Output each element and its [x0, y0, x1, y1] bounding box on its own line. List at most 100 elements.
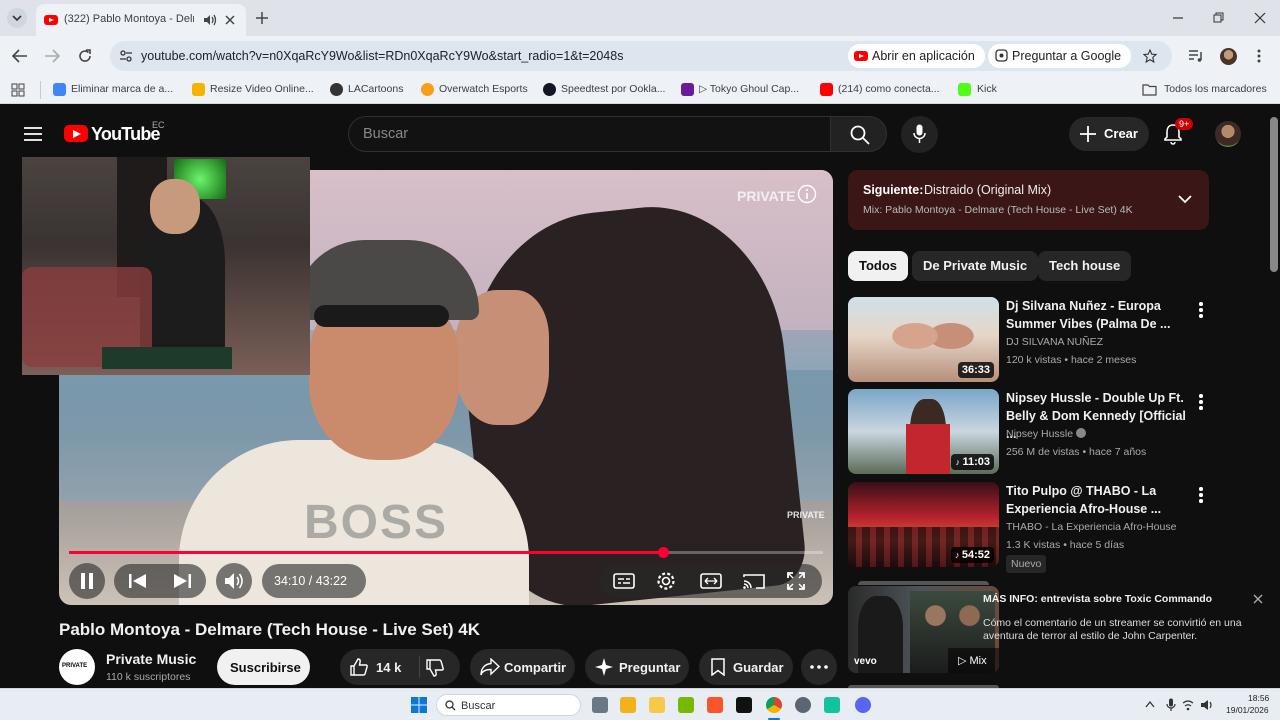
brave-icon[interactable]	[707, 697, 723, 713]
chrome-menu-icon[interactable]	[1256, 48, 1262, 64]
previous-icon[interactable]	[129, 574, 147, 588]
fullscreen-icon[interactable]	[787, 572, 805, 590]
bookmark-item[interactable]: Kick	[977, 83, 997, 95]
speaker-icon[interactable]	[1200, 699, 1214, 711]
bookmark-star-icon[interactable]	[1143, 49, 1157, 63]
taskbar-search[interactable]: Buscar	[436, 694, 581, 716]
ask-google-button[interactable]: Preguntar a Google	[988, 44, 1132, 68]
create-button[interactable]: Crear	[1069, 117, 1149, 151]
site-settings-icon[interactable]	[119, 49, 133, 63]
video-channel[interactable]: Nipsey Hussle	[1006, 428, 1087, 440]
next-icon[interactable]	[173, 574, 191, 588]
minimize-icon[interactable]	[1172, 12, 1184, 24]
bookmark-item[interactable]: Resize Video Online...	[210, 83, 314, 95]
more-actions-button[interactable]	[801, 649, 837, 685]
task-view-icon[interactable]	[592, 697, 608, 713]
back-icon[interactable]	[12, 49, 28, 63]
subtitles-icon[interactable]	[613, 573, 635, 589]
subscribe-button[interactable]: Suscribirse	[217, 649, 310, 685]
like-button[interactable]: 14 k	[340, 649, 414, 685]
nvidia-icon[interactable]	[678, 697, 694, 713]
info-icon[interactable]	[797, 184, 817, 204]
video-menu-icon[interactable]	[1199, 302, 1203, 320]
clock-date[interactable]: 19/01/2026	[1226, 705, 1269, 715]
tiktok-icon[interactable]	[736, 697, 752, 713]
windows-start-icon[interactable]	[411, 697, 427, 713]
theater-mode-icon[interactable]	[700, 573, 722, 589]
apps-grid-icon[interactable]	[11, 83, 25, 97]
profile-avatar[interactable]	[1220, 48, 1237, 65]
obs-app-icon[interactable]	[824, 697, 840, 713]
save-button[interactable]: Guardar	[699, 649, 793, 685]
file-explorer-icon[interactable]	[649, 697, 665, 713]
discord-icon[interactable]	[855, 697, 871, 713]
youtube-play-icon	[64, 125, 88, 142]
progress-bar[interactable]	[69, 547, 823, 558]
like-dislike-group: 14 k	[340, 649, 460, 685]
channel-avatar[interactable]: PRIVATE	[59, 649, 95, 685]
close-window-icon[interactable]	[1254, 12, 1266, 24]
promo-title[interactable]: MÁS INFO: entrevista sobre Toxic Command…	[983, 593, 1212, 605]
microphone-icon[interactable]	[1166, 698, 1176, 712]
youtube-logo[interactable]: YouTube EC	[64, 120, 165, 145]
settings-gear-icon[interactable]	[795, 697, 811, 713]
new-tab-icon[interactable]	[255, 11, 269, 25]
bookmark-item[interactable]: ▷ Tokyo Ghoul Cap...	[699, 83, 799, 95]
page-scrollbar[interactable]	[1270, 117, 1278, 272]
video-title-link[interactable]: Dj Silvana Nuñez - Europa Summer Vibes (…	[1006, 297, 1191, 333]
chevron-up-icon[interactable]	[1145, 700, 1155, 708]
open-in-app-button[interactable]: Abrir en aplicación	[848, 44, 985, 68]
bookmark-item[interactable]: Eliminar marca de a...	[71, 83, 173, 95]
search-input[interactable]: Buscar	[348, 116, 831, 152]
audio-playing-icon[interactable]	[203, 14, 217, 26]
video-title-link[interactable]: Tito Pulpo @ THABO - La Experiencia Afro…	[1006, 482, 1191, 518]
video-thumbnail[interactable]: ♪ 54:52	[848, 482, 999, 567]
settings-gear-icon[interactable]	[656, 571, 676, 591]
chrome-icon[interactable]	[766, 697, 782, 713]
tab-youtube[interactable]: (322) Pablo Montoya - Delm	[36, 4, 246, 36]
search-button[interactable]	[830, 116, 887, 152]
channel-name[interactable]: Private Music	[106, 651, 196, 667]
video-channel[interactable]: THABO - La Experiencia Afro-House	[1006, 521, 1176, 533]
store-icon[interactable]	[620, 697, 636, 713]
up-next-panel[interactable]: Siguiente: Distraido (Original Mix) Mix:…	[848, 170, 1209, 230]
bookmark-item[interactable]: Overwatch Esports	[439, 83, 528, 95]
video-thumbnail[interactable]: ♪ 11:03	[848, 389, 999, 474]
chip-todos[interactable]: Todos	[848, 251, 909, 281]
clock-time[interactable]: 18:56	[1248, 693, 1269, 703]
notifications-button[interactable]: 9+	[1163, 118, 1194, 145]
video-thumbnail[interactable]: 36:33	[848, 297, 999, 382]
all-bookmarks-link[interactable]: Todos los marcadores	[1164, 83, 1267, 95]
wifi-icon[interactable]	[1182, 699, 1194, 711]
chip-tech-house[interactable]: Tech house	[1038, 251, 1132, 281]
reload-icon[interactable]	[77, 48, 93, 64]
hamburger-menu-icon[interactable]	[24, 127, 42, 141]
user-avatar[interactable]	[1215, 121, 1241, 147]
chip-private-music[interactable]: De Private Music	[912, 251, 1039, 281]
share-button[interactable]: Compartir	[470, 649, 575, 685]
voice-search-button[interactable]	[901, 116, 938, 153]
bookmark-item[interactable]: LACartoons	[348, 83, 403, 95]
cast-icon[interactable]	[743, 573, 765, 589]
restore-icon[interactable]	[1213, 12, 1225, 24]
progress-scrubber[interactable]	[658, 547, 669, 558]
media-control-icon[interactable]	[1188, 49, 1204, 63]
forward-icon[interactable]	[44, 49, 60, 63]
thumbs-down-icon[interactable]	[426, 659, 444, 677]
bookmark-item[interactable]: (214) como conecta...	[838, 83, 940, 95]
close-tab-icon[interactable]	[224, 14, 236, 26]
video-menu-icon[interactable]	[1199, 394, 1203, 412]
volume-button[interactable]	[216, 563, 252, 599]
pause-button[interactable]	[69, 563, 105, 599]
windows-taskbar: Buscar 18:56 19/01/2026	[0, 688, 1280, 720]
bookmark-item[interactable]: Speedtest por Ookla...	[561, 83, 665, 95]
url-text[interactable]: youtube.com/watch?v=n0XqaRcY9Wo&list=RDn…	[141, 49, 623, 63]
video-channel[interactable]: DJ SILVANA NUÑEZ	[1006, 336, 1103, 348]
tab-search-button[interactable]	[7, 8, 27, 28]
ask-button[interactable]: Preguntar	[585, 649, 689, 685]
promo-thumbnail[interactable]: vevo ▷ Mix	[848, 586, 999, 673]
address-bar[interactable]: youtube.com/watch?v=n0XqaRcY9Wo&list=RDn…	[110, 41, 1172, 71]
close-icon[interactable]	[1253, 594, 1263, 604]
chevron-down-icon[interactable]	[1178, 194, 1192, 204]
video-menu-icon[interactable]	[1199, 487, 1203, 505]
